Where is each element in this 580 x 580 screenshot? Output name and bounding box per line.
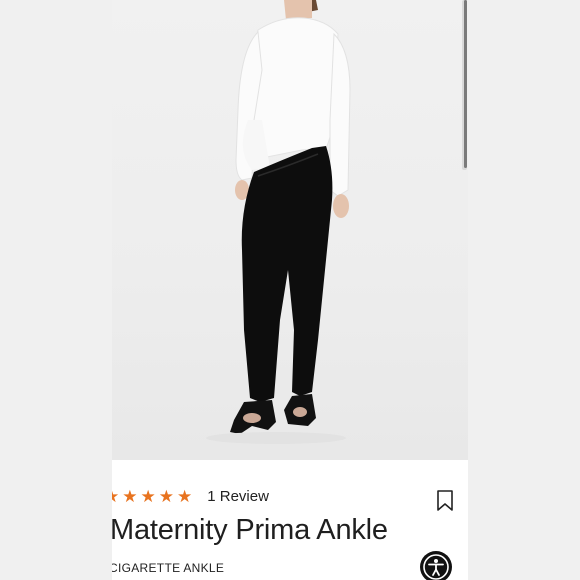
- screen: ★ ★ ★ ★ ★ 1 Review Maternity Prima Ankle…: [0, 0, 580, 580]
- product-subtitle: CIGARETTE ANKLE: [112, 561, 225, 575]
- model-photo: [206, 0, 351, 444]
- rating-row[interactable]: ★ ★ ★ ★ ★ 1 Review: [112, 488, 269, 505]
- product-info-card: ★ ★ ★ ★ ★ 1 Review Maternity Prima Ankle…: [112, 460, 468, 580]
- bookmark-icon[interactable]: [436, 490, 454, 512]
- product-image[interactable]: [112, 0, 468, 460]
- accessibility-icon: [423, 554, 449, 580]
- star-icon: ★: [122, 487, 138, 506]
- star-icon: ★: [177, 487, 193, 506]
- star-icon: ★: [158, 487, 174, 506]
- product-title: Maternity Prima Ankle: [112, 514, 388, 546]
- star-icon: ★: [140, 487, 156, 506]
- scrollbar-thumb[interactable]: [464, 0, 467, 168]
- star-icon: ★: [112, 488, 119, 505]
- accessibility-button[interactable]: [420, 551, 452, 580]
- review-count[interactable]: 1 Review: [207, 488, 269, 505]
